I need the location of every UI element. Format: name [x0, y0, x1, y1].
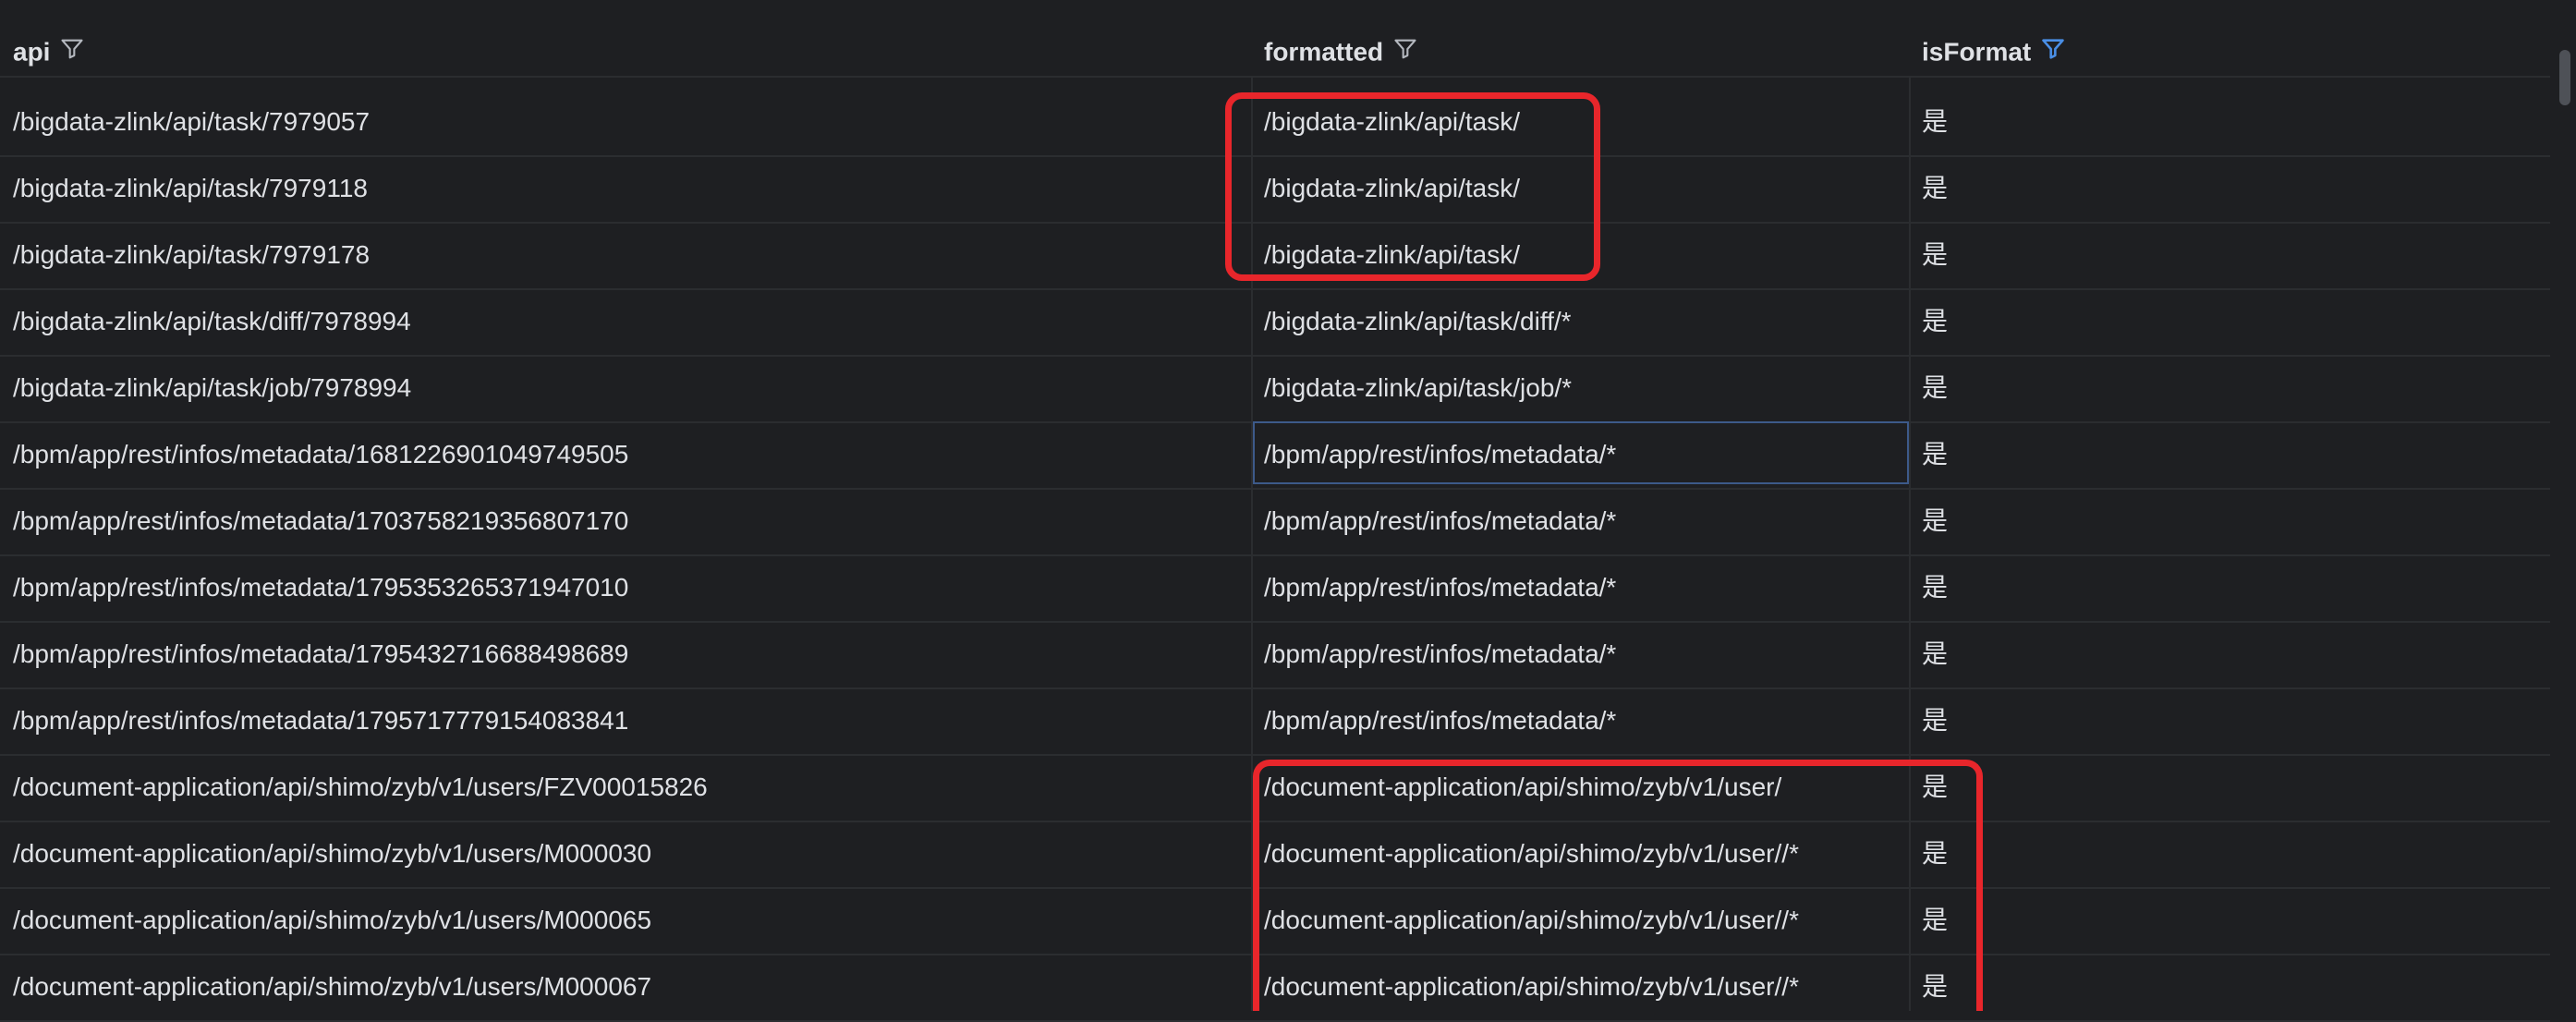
- table-row[interactable]: /bigdata-zlink/api/task/job/7978994/bigd…: [0, 355, 2550, 423]
- highlight-box-task: [1225, 92, 1600, 281]
- cell-api[interactable]: /bpm/app/rest/infos/metadata/17037582193…: [13, 488, 628, 554]
- cell-isformat[interactable]: 是: [1922, 288, 1948, 355]
- cell-api[interactable]: /document-application/api/shimo/zyb/v1/u…: [13, 754, 708, 821]
- table-row[interactable]: /bpm/app/rest/infos/metadata/17953532653…: [0, 554, 2550, 623]
- vertical-scrollbar[interactable]: [2550, 0, 2576, 1011]
- filter-active-icon[interactable]: [2040, 36, 2066, 62]
- cell-api[interactable]: /document-application/api/shimo/zyb/v1/u…: [13, 887, 651, 954]
- cell-isformat[interactable]: 是: [1922, 488, 1948, 554]
- table-header: api formatted isFormat: [0, 0, 2550, 78]
- cell-formatted[interactable]: /bigdata-zlink/api/task/diff/*: [1264, 288, 1572, 355]
- cell-api[interactable]: /bpm/app/rest/infos/metadata/17953532653…: [13, 554, 628, 621]
- cell-isformat[interactable]: 是: [1922, 222, 1948, 288]
- cell-formatted[interactable]: /bpm/app/rest/infos/metadata/*: [1264, 621, 1616, 687]
- cell-isformat[interactable]: 是: [1922, 554, 1948, 621]
- cell-isformat[interactable]: 是: [1922, 155, 1948, 222]
- column-header-label: formatted: [1264, 37, 1384, 67]
- table-row[interactable]: /bpm/app/rest/infos/metadata/17037582193…: [0, 488, 2550, 556]
- cell-isformat[interactable]: 是: [1922, 355, 1948, 421]
- cell-api[interactable]: /bpm/app/rest/infos/metadata/17957177791…: [13, 687, 628, 754]
- selected-cell: [1253, 421, 1909, 484]
- table-row[interactable]: /bigdata-zlink/api/task/diff/7978994/big…: [0, 288, 2550, 357]
- cell-api[interactable]: /bigdata-zlink/api/task/job/7978994: [13, 355, 411, 421]
- cell-api[interactable]: /bpm/app/rest/infos/metadata/16812269010…: [13, 421, 628, 488]
- cell-api[interactable]: /bpm/app/rest/infos/metadata/17954327166…: [13, 621, 628, 687]
- cell-api[interactable]: /document-application/api/shimo/zyb/v1/u…: [13, 821, 651, 887]
- column-header-label: isFormat: [1922, 37, 2032, 67]
- table-row[interactable]: /bpm/app/rest/infos/metadata/17957177791…: [0, 687, 2550, 756]
- table-row[interactable]: /bpm/app/rest/infos/metadata/17954327166…: [0, 621, 2550, 689]
- cell-formatted[interactable]: /bpm/app/rest/infos/metadata/*: [1264, 554, 1616, 621]
- highlight-box-user: [1253, 760, 1983, 1011]
- data-grid: api formatted isFormat /bigdata-zlink/ap…: [0, 0, 2550, 1022]
- cell-api[interactable]: /bigdata-zlink/api/task/7979178: [13, 222, 370, 288]
- filter-icon[interactable]: [59, 36, 85, 62]
- cell-api[interactable]: /document-application/api/shimo/zyb/v1/u…: [13, 954, 651, 1020]
- cell-formatted[interactable]: /bpm/app/rest/infos/metadata/*: [1264, 488, 1616, 554]
- cell-api[interactable]: /bigdata-zlink/api/task/7979118: [13, 155, 368, 222]
- cell-api[interactable]: /bigdata-zlink/api/task/7979057: [13, 89, 370, 155]
- cell-isformat[interactable]: 是: [1922, 687, 1948, 754]
- scrollbar-thumb[interactable]: [2559, 50, 2570, 105]
- column-header-label: api: [13, 37, 51, 67]
- cell-isformat[interactable]: 是: [1922, 89, 1948, 155]
- filter-icon[interactable]: [1392, 36, 1418, 62]
- column-header-formatted[interactable]: formatted: [1264, 0, 1418, 76]
- cell-isformat[interactable]: 是: [1922, 421, 1948, 488]
- cell-isformat[interactable]: 是: [1922, 621, 1948, 687]
- cell-formatted[interactable]: /bigdata-zlink/api/task/job/*: [1264, 355, 1572, 421]
- column-header-isformat[interactable]: isFormat: [1922, 0, 2066, 76]
- column-header-api[interactable]: api: [13, 0, 85, 76]
- cell-formatted[interactable]: /bpm/app/rest/infos/metadata/*: [1264, 687, 1616, 754]
- cell-api[interactable]: /bigdata-zlink/api/task/diff/7978994: [13, 288, 411, 355]
